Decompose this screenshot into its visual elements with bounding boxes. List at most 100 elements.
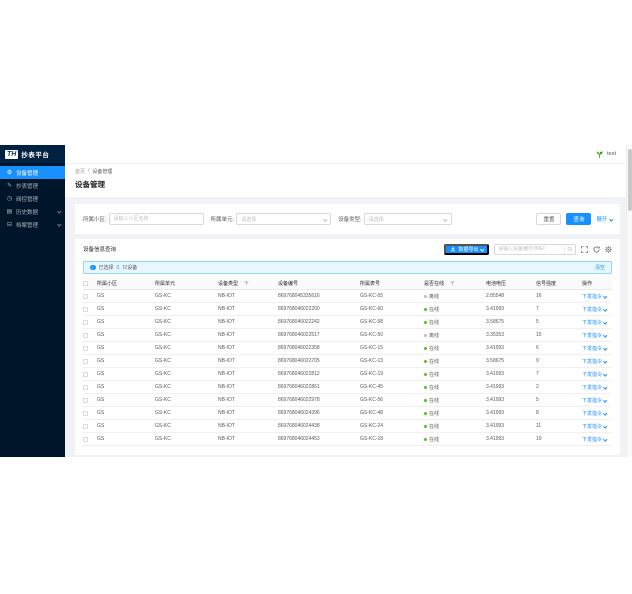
cell-device-number: 869768046022517: [278, 332, 320, 338]
table-row: GS GS-KC NB-IOT 869768046024438 GS-KC-24…: [83, 420, 612, 433]
status-label: 在线: [429, 436, 440, 443]
cell-unit: GS-KC: [155, 306, 171, 312]
row-checkbox[interactable]: [83, 293, 88, 299]
cell-battery-voltage: 3.41993: [486, 384, 505, 390]
filter-funnel-icon[interactable]: [244, 280, 249, 286]
send-command-link[interactable]: 下发指令: [582, 410, 608, 417]
column-header-2: 所属单元: [155, 280, 176, 287]
cell-signal-strength: 9: [536, 358, 539, 364]
select-all-checkbox[interactable]: [83, 280, 88, 286]
row-checkbox[interactable]: [83, 384, 88, 390]
community-input[interactable]: [108, 213, 204, 225]
send-command-label: 下发指令: [582, 293, 603, 300]
data-export-button[interactable]: 数据导出: [444, 243, 489, 255]
sidebar-item-label: 设备管理: [16, 170, 39, 177]
app-window: TH 抄表平台 ⚙ 设备管理 ✎ 抄表管理 ◷ 阀控管理 ▤ 历史数据 ⊟ 档案…: [0, 145, 632, 457]
table-row: GS GS-KC NB-IOT 869768046022517 GS-KC-50…: [83, 329, 612, 342]
cell-battery-voltage: 3.41993: [486, 345, 505, 351]
cell-battery-voltage: 3.41993: [486, 371, 505, 377]
send-command-link[interactable]: 下发指令: [582, 358, 608, 365]
device-search-input[interactable]: [495, 246, 564, 252]
row-checkbox[interactable]: [83, 345, 88, 351]
search-icon[interactable]: [564, 244, 575, 254]
send-command-link[interactable]: 下发指令: [582, 293, 608, 300]
cell-unit: GS-KC: [155, 293, 171, 299]
row-checkbox[interactable]: [83, 358, 88, 364]
status-dot: [424, 372, 427, 376]
sidebar-item-2[interactable]: ✎ 抄表管理: [0, 179, 65, 192]
send-command-label: 下发指令: [582, 423, 603, 430]
status-label: 在线: [429, 319, 440, 326]
device-type-select[interactable]: 请选择: [363, 213, 452, 225]
row-checkbox[interactable]: [83, 410, 88, 416]
send-command-link[interactable]: 下发指令: [582, 319, 608, 326]
cell-signal-strength: 2: [536, 384, 539, 390]
cell-battery-voltage: 3.35353: [486, 332, 505, 338]
row-checkbox[interactable]: [83, 332, 88, 338]
community-filter-label: 所属小区:: [83, 217, 107, 223]
status-dot: [424, 411, 427, 415]
breadcrumb-home[interactable]: 首页: [75, 168, 85, 175]
cell-community: GS: [97, 410, 105, 416]
filter-funnel-icon[interactable]: [450, 280, 455, 286]
cell-unit: GS-KC: [155, 358, 171, 364]
chevron-down-icon: [443, 217, 448, 221]
cell-device-number: 869768046022812: [278, 371, 320, 377]
sidebar-item-4[interactable]: ▤ 历史数据: [0, 205, 65, 218]
send-command-link[interactable]: 下发指令: [582, 423, 608, 430]
fullscreen-icon[interactable]: [581, 245, 588, 253]
column-settings-icon[interactable]: [605, 245, 612, 253]
column-header-4: 设备编号: [278, 280, 299, 287]
row-checkbox[interactable]: [83, 423, 88, 429]
status-dot: [424, 307, 427, 311]
cell-meter-number: GS-KC-50: [360, 332, 384, 338]
cell-device-type: NB-IOT: [218, 306, 235, 312]
reset-button[interactable]: 重置: [536, 213, 562, 225]
send-command-link[interactable]: 下发指令: [582, 384, 608, 391]
send-command-link[interactable]: 下发指令: [582, 306, 608, 313]
cell-meter-number: GS-KC-48: [360, 410, 384, 416]
expand-filters-link[interactable]: 展开: [596, 215, 613, 223]
vertical-scrollbar[interactable]: [626, 145, 632, 457]
user-menu[interactable]: test: [595, 150, 616, 159]
cell-device-type: NB-IOT: [218, 332, 235, 338]
cell-device-type: NB-IOT: [218, 371, 235, 377]
sidebar-item-1[interactable]: ⚙ 设备管理: [0, 166, 65, 179]
unit-select[interactable]: 请选择: [236, 213, 332, 225]
send-command-link[interactable]: 下发指令: [582, 345, 608, 352]
cell-device-type: NB-IOT: [218, 293, 235, 299]
cell-signal-strength: 7: [536, 371, 539, 377]
refresh-icon[interactable]: [593, 245, 600, 253]
send-command-link[interactable]: 下发指令: [582, 397, 608, 404]
scrollbar-thumb[interactable]: [628, 149, 632, 211]
unit-select-placeholder: 请选择: [241, 216, 257, 223]
search-button[interactable]: 查询: [566, 213, 592, 225]
topbar: test: [65, 145, 632, 163]
sidebar-item-5[interactable]: ⊟ 档案管理: [0, 218, 65, 231]
clear-selection-link[interactable]: 清空: [595, 264, 605, 271]
chevron-down-icon: [603, 333, 608, 337]
chevron-down-icon: [603, 385, 608, 389]
sidebar-item-3[interactable]: ◷ 阀控管理: [0, 192, 65, 205]
send-command-link[interactable]: 下发指令: [582, 436, 608, 443]
cell-meter-number: GS-KC-24: [360, 423, 384, 429]
cell-signal-strength: 5: [536, 319, 539, 325]
sidebar-item-label: 抄表管理: [16, 183, 39, 190]
row-checkbox[interactable]: [83, 371, 88, 377]
cell-device-type: NB-IOT: [218, 423, 235, 429]
page-header: 首页 / 设备管理 设备管理: [65, 163, 632, 197]
page-title: 设备管理: [75, 180, 105, 189]
row-checkbox[interactable]: [83, 306, 88, 312]
row-checkbox[interactable]: [83, 436, 88, 442]
send-command-link[interactable]: 下发指令: [582, 332, 608, 339]
cell-device-number: 869768046024453: [278, 436, 320, 442]
cell-community: GS: [97, 345, 105, 351]
table-row: GS GS-KC NB-IOT 869768046022242 GS-KC-58…: [83, 316, 612, 329]
cell-online-status: 离线: [424, 293, 486, 300]
cell-online-status: 在线: [424, 371, 486, 378]
edit-icon: ✎: [6, 183, 13, 189]
cell-online-status: 在线: [424, 436, 486, 443]
row-checkbox[interactable]: [83, 397, 88, 403]
send-command-link[interactable]: 下发指令: [582, 371, 608, 378]
row-checkbox[interactable]: [83, 319, 88, 325]
